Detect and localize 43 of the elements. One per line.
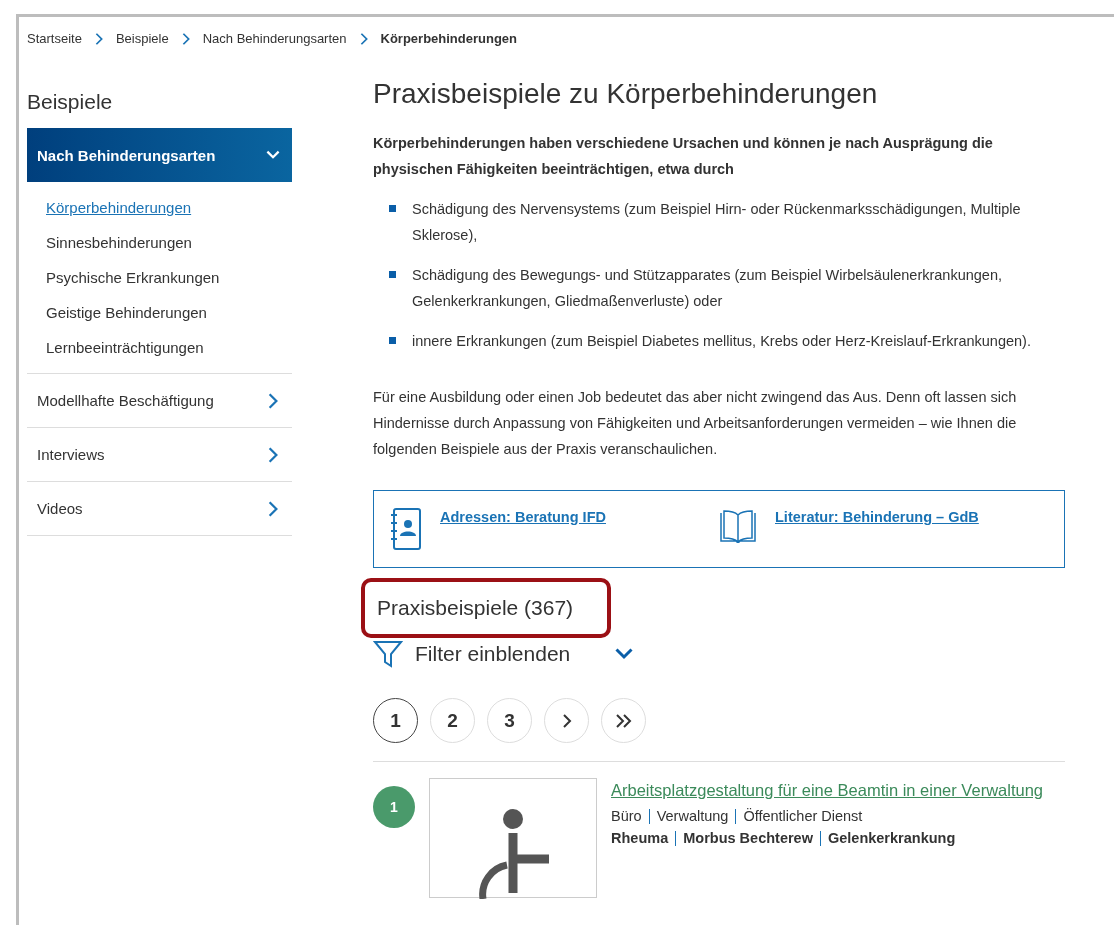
- page-button[interactable]: 1: [373, 698, 418, 743]
- condition-tag: Morbus Bechterew: [683, 830, 813, 846]
- sector-tag: Büro: [611, 808, 642, 824]
- sidebar-item[interactable]: Lernbeeinträchtigungen: [46, 330, 204, 365]
- sidebar-item[interactable]: Geistige Behinderungen: [46, 295, 207, 330]
- bullet-marker: [389, 271, 396, 278]
- sidebar-section[interactable]: Interviews: [27, 428, 292, 482]
- page-button[interactable]: 2: [430, 698, 475, 743]
- last-page-button[interactable]: [601, 698, 646, 743]
- sidebar-section[interactable]: Nach Behinderungsarten: [27, 128, 292, 182]
- sidebar-item[interactable]: Sinnesbehinderungen: [46, 225, 192, 260]
- bullet-marker: [389, 205, 396, 212]
- condition-tag: Rheuma: [611, 830, 669, 846]
- bullet-text: Schädigung des Nervensystems (zum Beispiel Hirn- oder Rückenmarksschädigungen, Multiple Sklerose),: [412, 200, 1022, 245]
- breadcrumb-link[interactable]: Nach Behinderungsarten: [202, 31, 347, 46]
- bullet-text: innere Erkrankungen (zum Beispiel Diabetes mellitus, Krebs oder Herz-Kreislauf-Erkrankungen).: [412, 332, 1031, 351]
- condition-tag: Gelenkerkrankung: [827, 830, 956, 846]
- sidebar-item[interactable]: Psychische Erkrankungen: [46, 260, 220, 295]
- filter-toggle[interactable]: Filter einblenden: [373, 640, 637, 668]
- bullet-marker: [389, 337, 396, 344]
- results-heading: Praxisbeispiele (367): [361, 578, 612, 638]
- sidebar-item[interactable]: Körperbehinderungen: [46, 190, 192, 225]
- page-button[interactable]: 3: [487, 698, 532, 743]
- sidebar-section[interactable]: Videos: [27, 482, 292, 536]
- last-page-icon: [613, 712, 634, 729]
- resource-link[interactable]: Literatur: Behinderung – GdB: [775, 509, 979, 525]
- breadcrumb-link[interactable]: Beispiele: [115, 31, 169, 46]
- resource-link[interactable]: Adressen: Beratung IFD: [440, 509, 606, 525]
- page-title: Praxisbeispiele zu Körperbehinderungen: [373, 78, 879, 110]
- bullet-text: Schädigung des Bewegungs- und Stützapparates (zum Beispiel Wirbelsäulenerkrankungen, Gelenkerkrankungen, Gliedmaßenverluste) oder: [412, 266, 1004, 311]
- sector-tag: Verwaltung: [656, 808, 729, 824]
- intro-text: Körperbehinderungen haben verschiedene Ursachen und können je nach Ausprägung die physischen Fähigkeiten beeinträchtigen, etwa durch: [373, 134, 994, 179]
- address-book-icon: [390, 507, 422, 551]
- sidebar-title: Beispiele: [27, 90, 114, 114]
- sector-tag: Öffentlicher Dienst: [743, 808, 863, 824]
- result-title-link[interactable]: Arbeitsplatzgestaltung für eine Beamtin in einer Verwaltung: [611, 778, 1043, 802]
- breadcrumb-link[interactable]: Startseite: [27, 31, 82, 46]
- book-icon: [719, 507, 757, 543]
- breadcrumb-link[interactable]: Körperbehinderungen: [380, 31, 518, 46]
- sidebar-section[interactable]: Modellhafte Beschäftigung: [27, 374, 292, 428]
- result-number: 1: [373, 786, 415, 828]
- filter-icon: [373, 640, 403, 668]
- body-text: Für eine Ausbildung oder einen Job bedeutet das aber nicht zwingend das Aus. Denn oft lassen sich Hindernisse durch Anpassung von Fähigkeiten und Arbeitsanforderungen vermeiden – wie Ihnen die folgenden Beispiele aus der Praxis veranschaulichen.: [373, 388, 1018, 459]
